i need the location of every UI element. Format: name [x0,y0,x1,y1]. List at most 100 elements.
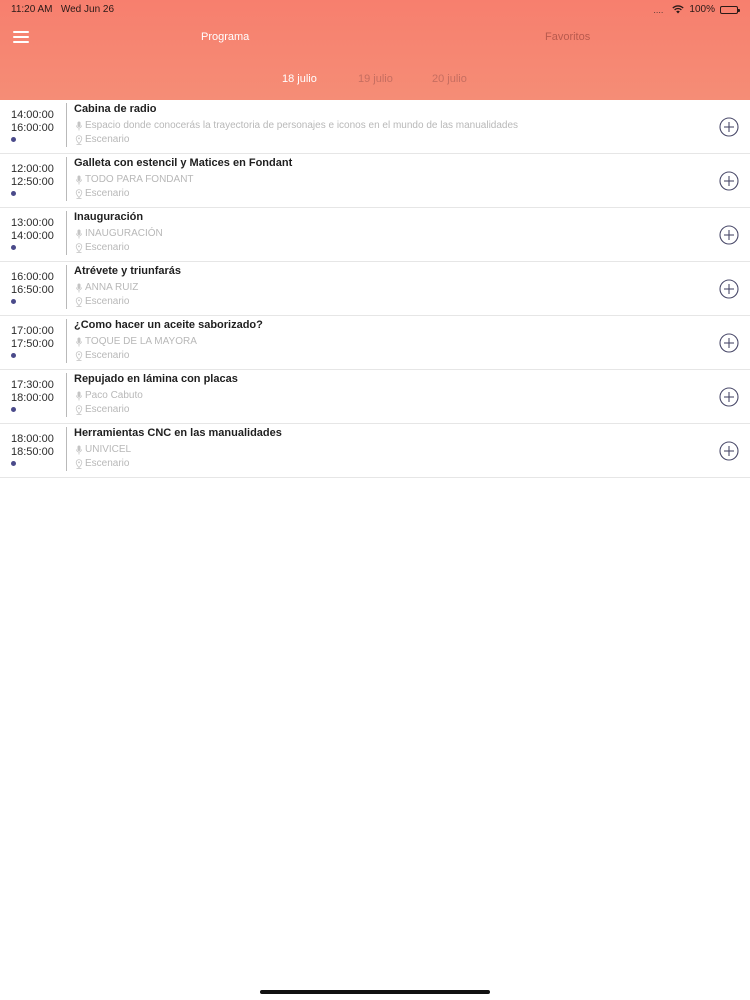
event-row[interactable]: 12:00:00 12:50:00 Galleta con estencil y… [0,154,750,208]
add-favorite-icon[interactable] [719,225,739,245]
event-speaker-text: ANNA RUIZ [85,282,139,293]
wifi-icon [672,5,685,14]
tab-favoritos[interactable]: Favoritos [545,31,590,43]
status-dot [11,137,16,142]
event-speaker: ANNA RUIZ [75,282,138,293]
event-place: Escenario [75,242,129,253]
event-end-time: 16:50:00 [11,284,54,296]
event-row[interactable]: 17:00:00 17:50:00 ¿Como hacer un aceite … [0,316,750,370]
event-speaker: TODO PARA FONDANT [75,174,194,185]
status-dot [11,191,16,196]
event-speaker: Espacio donde conocerás la trayectoria d… [75,120,518,131]
add-favorite-icon[interactable] [719,117,739,137]
event-speaker: Paco Cabuto [75,390,143,401]
event-speaker: UNIVICEL [75,444,131,455]
event-start-time: 16:00:00 [11,271,54,283]
event-title: Repujado en lámina con placas [74,373,238,385]
event-end-time: 12:50:00 [11,176,54,188]
divider [66,103,67,147]
event-end-time: 17:50:00 [11,338,54,350]
microphone-icon [76,283,82,292]
status-date: Wed Jun 26 [60,4,115,15]
event-title: ¿Como hacer un aceite saborizado? [74,319,263,331]
event-end-time: 18:00:00 [11,392,54,404]
hamburger-menu-icon[interactable] [13,31,29,45]
clock: 11:20 AM [11,4,53,15]
tab-programa[interactable]: Programa [201,31,249,43]
event-row[interactable]: 17:30:00 18:00:00 Repujado en lámina con… [0,370,750,424]
event-place: Escenario [75,404,129,415]
microphone-icon [76,175,82,184]
event-title: Galleta con estencil y Matices en Fondan… [74,157,293,169]
location-pin-icon [75,458,83,469]
event-title: Atrévete y triunfarás [74,265,181,277]
event-place-text: Escenario [85,242,130,253]
date-tab-19-julio[interactable]: 19 julio [358,73,393,85]
location-pin-icon [75,242,83,253]
event-title: Cabina de radio [74,103,157,115]
divider [66,319,67,363]
event-place: Escenario [75,458,129,469]
event-place-text: Escenario [85,134,130,145]
microphone-icon [76,391,82,400]
event-row[interactable]: 13:00:00 14:00:00 Inauguración INAUGURAC… [0,208,750,262]
event-place: Escenario [75,296,129,307]
event-speaker-text: Espacio donde conocerás la trayectoria d… [85,120,519,131]
event-title: Inauguración [74,211,144,223]
event-place: Escenario [75,134,129,145]
status-bar: 11:20 AM Wed Jun 26 .... 100% [0,0,750,20]
status-dot [11,299,16,304]
event-row[interactable]: 16:00:00 16:50:00 Atrévete y triunfarás … [0,262,750,316]
status-dot [11,353,16,358]
header: 11:20 AM Wed Jun 26 .... 100% Programa F… [0,0,750,100]
microphone-icon [76,337,82,346]
event-row[interactable]: 14:00:00 16:00:00 Cabina de radio Espaci… [0,100,750,154]
event-start-time: 18:00:00 [11,433,54,445]
status-dot [11,407,16,412]
status-dot [11,245,16,250]
battery-icon [720,5,740,14]
event-place-text: Escenario [85,296,130,307]
event-speaker: INAUGURACIÓN [75,228,163,239]
location-pin-icon [75,404,83,415]
event-list: 14:00:00 16:00:00 Cabina de radio Espaci… [0,100,750,478]
date-tab-18-julio[interactable]: 18 julio [282,73,317,85]
microphone-icon [76,445,82,454]
event-speaker-text: Paco Cabuto [85,390,143,401]
add-favorite-icon[interactable] [719,387,739,407]
event-place-text: Escenario [85,350,130,361]
date-tab-20-julio[interactable]: 20 julio [432,73,467,85]
location-pin-icon [75,188,83,199]
event-row[interactable]: 18:00:00 18:50:00 Herramientas CNC en la… [0,424,750,478]
event-end-time: 14:00:00 [11,230,54,242]
home-indicator[interactable] [260,990,490,994]
event-speaker: TOQUE DE LA MAYORA [75,336,197,347]
location-pin-icon [75,134,83,145]
event-title: Herramientas CNC en las manualidades [74,427,282,439]
event-speaker-text: TOQUE DE LA MAYORA [85,336,197,347]
divider [66,157,67,201]
add-favorite-icon[interactable] [719,441,739,461]
status-time: 11:20 AM Wed Jun 26 [11,4,114,15]
status-right: .... 100% [653,4,740,15]
event-end-time: 18:50:00 [11,446,54,458]
event-speaker-text: TODO PARA FONDANT [85,174,194,185]
add-favorite-icon[interactable] [719,279,739,299]
event-start-time: 17:30:00 [11,379,54,391]
battery-percent: 100% [689,4,715,15]
multitask-dots: .... [653,4,664,15]
event-place-text: Escenario [85,404,130,415]
event-start-time: 12:00:00 [11,163,54,175]
event-place: Escenario [75,350,129,361]
event-place-text: Escenario [85,458,130,469]
event-start-time: 17:00:00 [11,325,54,337]
add-favorite-icon[interactable] [719,171,739,191]
microphone-icon [76,121,82,130]
status-dot [11,461,16,466]
event-end-time: 16:00:00 [11,122,54,134]
divider [66,373,67,417]
add-favorite-icon[interactable] [719,333,739,353]
event-start-time: 14:00:00 [11,109,54,121]
event-speaker-text: INAUGURACIÓN [85,228,163,239]
event-speaker-text: UNIVICEL [85,444,132,455]
